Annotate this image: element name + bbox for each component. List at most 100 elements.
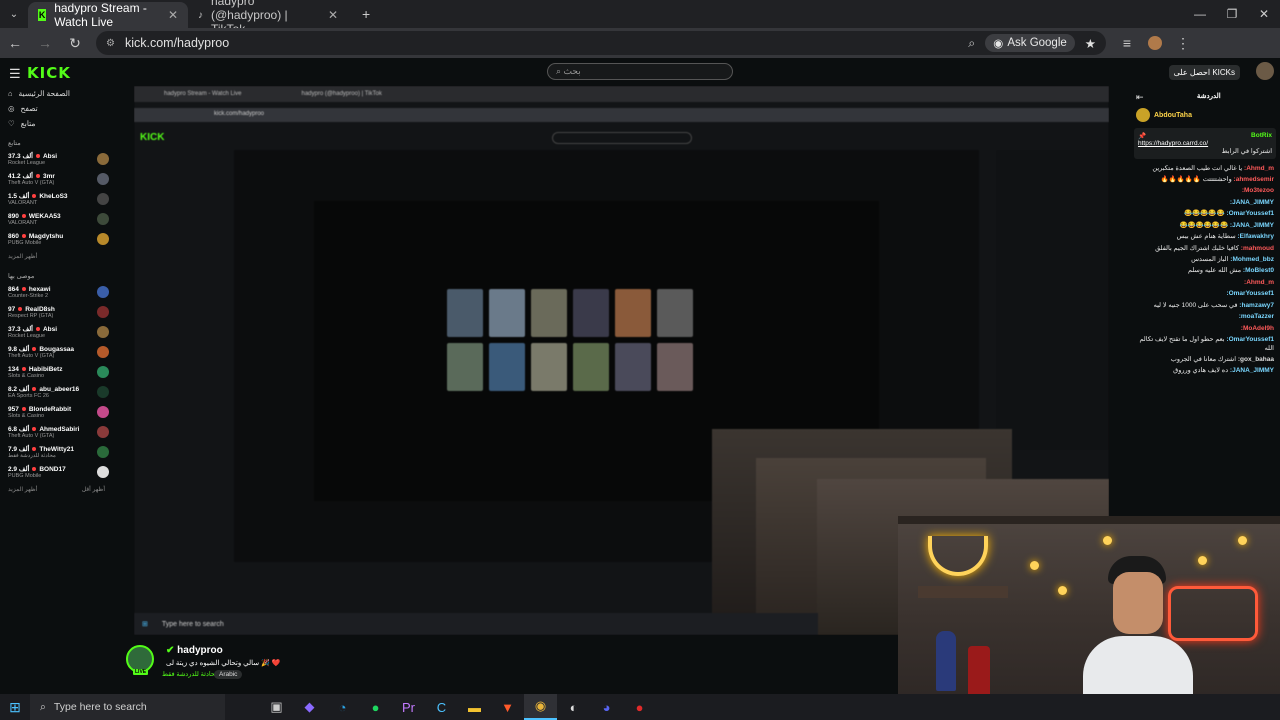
close-tab-icon[interactable]: ✕	[328, 8, 338, 22]
chat-username[interactable]: JANA_JIMMY:	[1228, 367, 1274, 374]
spotify-icon[interactable]: ●	[359, 694, 392, 720]
discord-icon[interactable]: ◕	[590, 694, 623, 720]
search-input[interactable]: ⌕ بحث	[547, 63, 733, 80]
chat-text: كافيا خلبك اشتراك الجيم بالفلق	[1155, 244, 1239, 252]
channel-item[interactable]: 6.8 ألف AhmedSabiri Theft Auto V (GTA)	[0, 422, 115, 442]
channel-item[interactable]: 9.8 ألف Bougassaa Theft Auto V (GTA)	[0, 342, 115, 362]
close-window-icon[interactable]: ✕	[1248, 0, 1280, 28]
tab-list-icon[interactable]: ⌄	[0, 9, 28, 20]
channel-item[interactable]: 41.2 ألف 3mr Theft Auto V (GTA)	[0, 169, 115, 189]
brave-icon[interactable]: ▼	[491, 694, 524, 720]
chat-username[interactable]: Mohmed_bbz:	[1228, 256, 1274, 263]
chat-username[interactable]: ahmedsemir:	[1232, 176, 1274, 183]
chat-username[interactable]: Ahmd_m:	[1244, 279, 1274, 286]
viewer-count: 860	[8, 232, 19, 240]
channel-item[interactable]: 957 BlondeRabbit Slots & Casino	[0, 402, 115, 422]
windows-start-icon[interactable]: ⊞	[0, 699, 30, 716]
chat-username[interactable]: gox_bahaa:	[1236, 356, 1274, 363]
chat-username[interactable]: mahmoud:	[1239, 245, 1274, 252]
get-kicks-button[interactable]: احصل على KICKs	[1168, 65, 1240, 80]
streamer-name[interactable]: ✔ hadyproo	[166, 645, 223, 656]
task-view-icon[interactable]: ▣	[260, 694, 293, 720]
channel-name: AhmedSabiri	[39, 425, 80, 433]
channel-item[interactable]: 864 hexawi Counter-Strike 2	[0, 282, 115, 302]
chat-username[interactable]: hamzawy7:	[1237, 302, 1274, 309]
following-list: 37.3 ألف Absi Rocket League 41.2 ألف 3mr Thef…	[0, 149, 115, 249]
chat-username[interactable]: MoAdel9h:	[1241, 325, 1274, 332]
channel-item[interactable]: 890 WEKAA53 VALORANT	[0, 209, 115, 229]
nav-browse[interactable]: ◎ تصفح	[0, 101, 115, 116]
edge-icon[interactable]: ◔	[326, 694, 359, 720]
chat-username[interactable]: MoBlest0:	[1241, 267, 1274, 274]
site-info-icon[interactable]: ⚙	[106, 38, 115, 49]
home-icon: ⌂	[8, 89, 13, 98]
chat-username[interactable]: moaTazzer:	[1239, 313, 1274, 320]
chat-username[interactable]: OmarYoussef1:	[1225, 210, 1274, 217]
channel-name: WEKAA53	[28, 212, 61, 220]
restore-icon[interactable]: ❐	[1216, 0, 1248, 28]
reload-icon[interactable]: ↻	[66, 35, 84, 52]
kick-logo[interactable]: KICK	[27, 64, 71, 82]
red-app-icon[interactable]: ●	[623, 694, 656, 720]
chat-username[interactable]: OmarYoussef1:	[1225, 336, 1274, 343]
show-more-link[interactable]: أظهر المزيد	[8, 486, 37, 493]
channel-name: Absi	[42, 152, 58, 160]
tab-kick[interactable]: K hadypro Stream - Watch Live ✕	[28, 1, 188, 29]
copilot-icon[interactable]: ◆	[293, 694, 326, 720]
collapse-chat-icon[interactable]: ⇤	[1136, 92, 1144, 103]
chat-username[interactable]: OmarYoussef1:	[1226, 290, 1274, 297]
channel-item[interactable]: 2.9 ألف BOND17 PUBG Mobile	[0, 462, 115, 482]
explorer-icon[interactable]: ▬	[458, 694, 491, 720]
user-avatar[interactable]	[1256, 62, 1274, 80]
channel-item[interactable]: 97 RealD8sh Respect RP (GTA)	[0, 302, 115, 322]
show-more-link[interactable]: أظهر المزيد	[0, 249, 115, 264]
hamburger-icon[interactable]: ☰	[9, 66, 21, 82]
taskbar-search-placeholder: Type here to search	[53, 701, 147, 713]
nav-home[interactable]: ⌂ الصفحة الرئيسية	[0, 86, 115, 101]
back-icon[interactable]: ←	[6, 35, 24, 51]
pinned-link[interactable]: https://hadypro.carrd.co/	[1138, 140, 1208, 147]
chat-username[interactable]: JANA_JIMMY:	[1228, 222, 1274, 229]
media-icon[interactable]: ≡	[1118, 35, 1136, 51]
ask-google-button[interactable]: ◉ Ask Google	[985, 34, 1075, 52]
channel-item[interactable]: 1.5 ألف KheLoS3 VALORANT	[0, 189, 115, 209]
chat-text: واحشتتتتت 🔥🔥🔥🔥🔥	[1160, 175, 1232, 183]
chat-username[interactable]: Ahmd_m:	[1242, 165, 1274, 172]
viewer-count: 37.3 ألف	[8, 326, 33, 333]
live-badge: LIVE	[133, 669, 149, 675]
show-less-link[interactable]: أظهر أقل	[82, 486, 105, 493]
menu-dots-icon[interactable]: ⋮	[1174, 35, 1192, 52]
minimize-icon[interactable]: —	[1184, 0, 1216, 28]
profile-avatar[interactable]	[1148, 36, 1162, 50]
chrome-icon[interactable]: ◉	[524, 694, 557, 720]
chat-username[interactable]: Elfawakhry:	[1236, 233, 1274, 240]
omnibox[interactable]: ⚙ kick.com/hadyproo ⌕ ◉ Ask Google ★	[96, 31, 1106, 55]
channel-item[interactable]: 860 Magdytshu PUBG Mobile	[0, 229, 115, 249]
channel-item[interactable]: 7.9 ألف TheWitty21 محادثة للدردشة فقط	[0, 442, 115, 462]
zoom-search-icon[interactable]: ⌕	[968, 36, 975, 51]
viewer-count: 957	[8, 405, 19, 413]
ccleaner-icon[interactable]: C	[425, 694, 458, 720]
channel-item[interactable]: 37.3 ألف Absi Rocket League	[0, 149, 115, 169]
tab-tiktok[interactable]: ♪ hadypro (@hadyproo) | TikTok ✕	[188, 0, 348, 36]
top-gifter-avatar	[1136, 108, 1150, 122]
new-tab-icon[interactable]: +	[348, 6, 370, 22]
chat-username[interactable]: Mo3tezoo:	[1242, 187, 1274, 194]
channel-item[interactable]: 37.3 ألف Absi Rocket League	[0, 322, 115, 342]
lens-icon: ◉	[993, 38, 1004, 50]
close-tab-icon[interactable]: ✕	[168, 8, 178, 22]
channel-avatar	[97, 406, 109, 418]
obs-icon[interactable]: ◐	[557, 694, 590, 720]
channel-item[interactable]: 8.2 ألف abu_abeer16 EA Sports FC 26	[0, 382, 115, 402]
chat-message: Mohmed_bbz: الباز المسدس	[1130, 255, 1280, 266]
viewer-count: 890	[8, 212, 19, 220]
premiere-icon[interactable]: Pr	[392, 694, 425, 720]
forward-icon[interactable]: →	[36, 35, 54, 51]
stream-language-tag[interactable]: Arabic	[214, 670, 243, 679]
channel-item[interactable]: 134 HabibiBetz Slots & Casino	[0, 362, 115, 382]
nav-following[interactable]: ♡ متابع	[0, 116, 115, 131]
bookmark-star-icon[interactable]: ★	[1085, 36, 1096, 51]
chat-username[interactable]: JANA_JIMMY:	[1230, 199, 1274, 206]
taskbar-search[interactable]: ⌕ Type here to search	[30, 694, 225, 720]
stream-category[interactable]: محادثة للدردشة فقط	[162, 670, 219, 678]
